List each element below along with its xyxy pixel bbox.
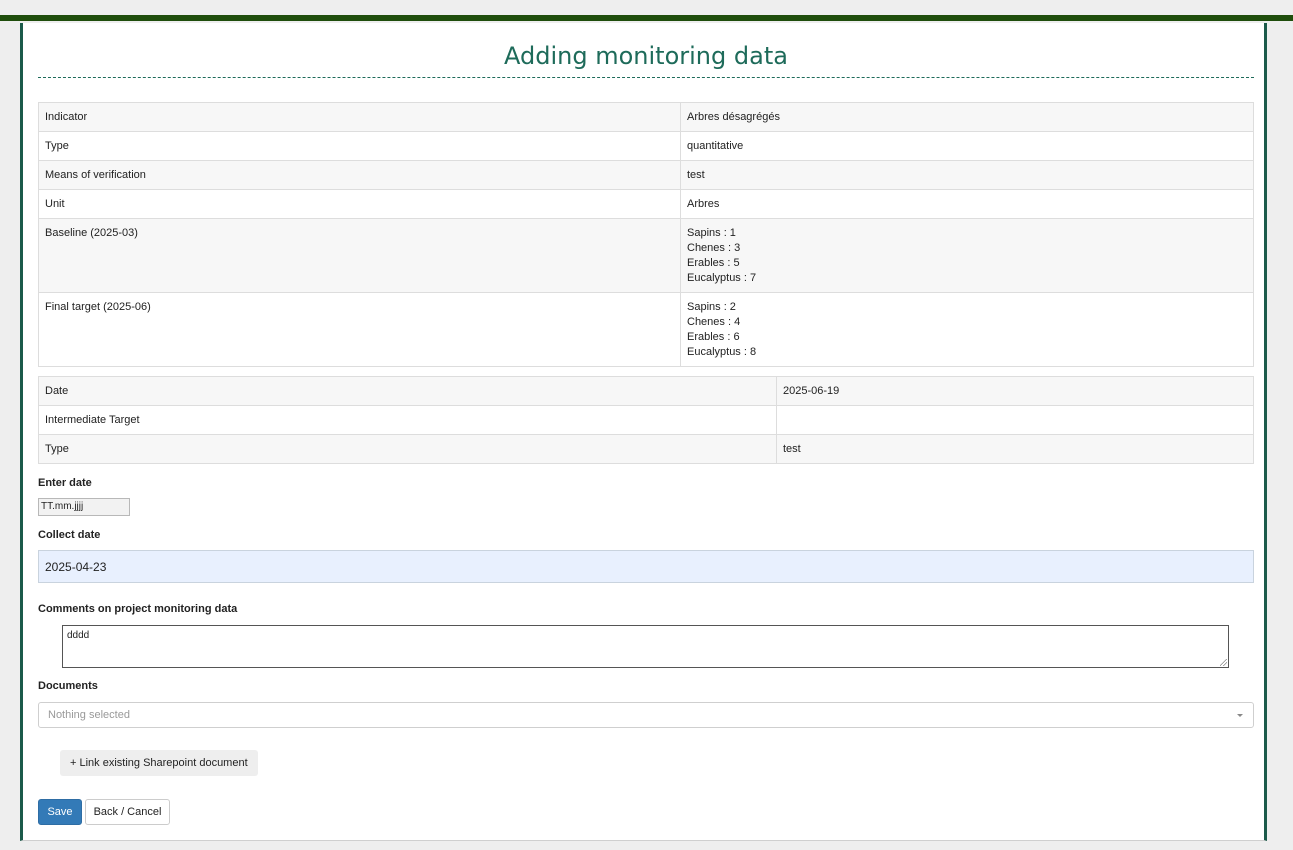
row-value-indicator: Arbres désagrégés — [680, 102, 1254, 132]
comments-text: dddd — [67, 630, 90, 641]
table-row: Date 2025-06-19 — [38, 376, 1254, 406]
row-value-baseline: Sapins : 1 Chenes : 3 Erables : 5 Eucaly… — [680, 218, 1254, 293]
table-row: Type test — [38, 434, 1254, 464]
row-label-means-of-verification: Means of verification — [38, 160, 681, 190]
row-label-baseline: Baseline (2025-03) — [38, 218, 681, 293]
row-value-final-target: Sapins : 2 Chenes : 4 Erables : 6 Eucaly… — [680, 292, 1254, 367]
enter-date-label: Enter date — [38, 477, 92, 489]
table-row: Type quantitative — [38, 131, 1254, 161]
row-label-type: Type — [38, 131, 681, 161]
table-row: Baseline (2025-03) Sapins : 1 Chenes : 3… — [38, 218, 1254, 293]
table-row: Unit Arbres — [38, 189, 1254, 219]
back-cancel-button[interactable]: Back / Cancel — [85, 799, 170, 825]
table-row: Means of verification test — [38, 160, 1254, 190]
chevron-down-icon — [1237, 714, 1243, 717]
top-bar — [0, 15, 1293, 21]
link-sharepoint-document-button[interactable]: + Link existing Sharepoint document — [60, 750, 258, 776]
documents-label: Documents — [38, 680, 98, 692]
baseline-line: Sapins : 1 — [687, 227, 736, 239]
row-value-date: 2025-06-19 — [776, 376, 1254, 406]
milestone-details-table: Date 2025-06-19 Intermediate Target Type… — [38, 376, 1254, 464]
row-value-means-of-verification: test — [680, 160, 1254, 190]
main-panel: Adding monitoring data Indicator Arbres … — [20, 23, 1267, 841]
row-value-unit: Arbres — [680, 189, 1254, 219]
row-value-milestone-type: test — [776, 434, 1254, 464]
title-divider — [38, 77, 1254, 78]
row-label-milestone-type: Type — [38, 434, 777, 464]
table-row: Indicator Arbres désagrégés — [38, 102, 1254, 132]
page-title: Adding monitoring data — [504, 42, 788, 70]
indicator-details-table: Indicator Arbres désagrégés Type quantit… — [38, 102, 1254, 367]
baseline-line: Eucalyptus : 7 — [687, 272, 757, 284]
final-target-line: Sapins : 2 — [687, 301, 736, 313]
row-label-final-target: Final target (2025-06) — [38, 292, 681, 367]
final-target-line: Erables : 6 — [687, 331, 740, 343]
row-label-intermediate-target: Intermediate Target — [38, 405, 777, 435]
collect-date-input[interactable]: 2025-04-23 — [38, 550, 1254, 583]
baseline-line: Chenes : 3 — [687, 242, 741, 254]
row-value-type: quantitative — [680, 131, 1254, 161]
final-target-line: Eucalyptus : 8 — [687, 346, 757, 358]
documents-select-placeholder: Nothing selected — [48, 709, 130, 721]
comments-label: Comments on project monitoring data — [38, 603, 238, 615]
table-row: Intermediate Target — [38, 405, 1254, 435]
row-label-unit: Unit — [38, 189, 681, 219]
row-value-intermediate-target — [776, 405, 1254, 435]
baseline-line: Erables : 5 — [687, 257, 740, 269]
enter-date-input[interactable]: TT.mm.jjjj — [38, 498, 130, 516]
collect-date-label: Collect date — [38, 529, 101, 541]
final-target-line: Chenes : 4 — [687, 316, 741, 328]
row-label-indicator: Indicator — [38, 102, 681, 132]
save-button[interactable]: Save — [38, 799, 82, 825]
table-row: Final target (2025-06) Sapins : 2 Chenes… — [38, 292, 1254, 367]
resize-handle-icon[interactable] — [1220, 659, 1227, 666]
row-label-date: Date — [38, 376, 777, 406]
documents-select[interactable]: Nothing selected — [38, 702, 1254, 728]
comments-textarea[interactable]: dddd — [62, 625, 1229, 668]
